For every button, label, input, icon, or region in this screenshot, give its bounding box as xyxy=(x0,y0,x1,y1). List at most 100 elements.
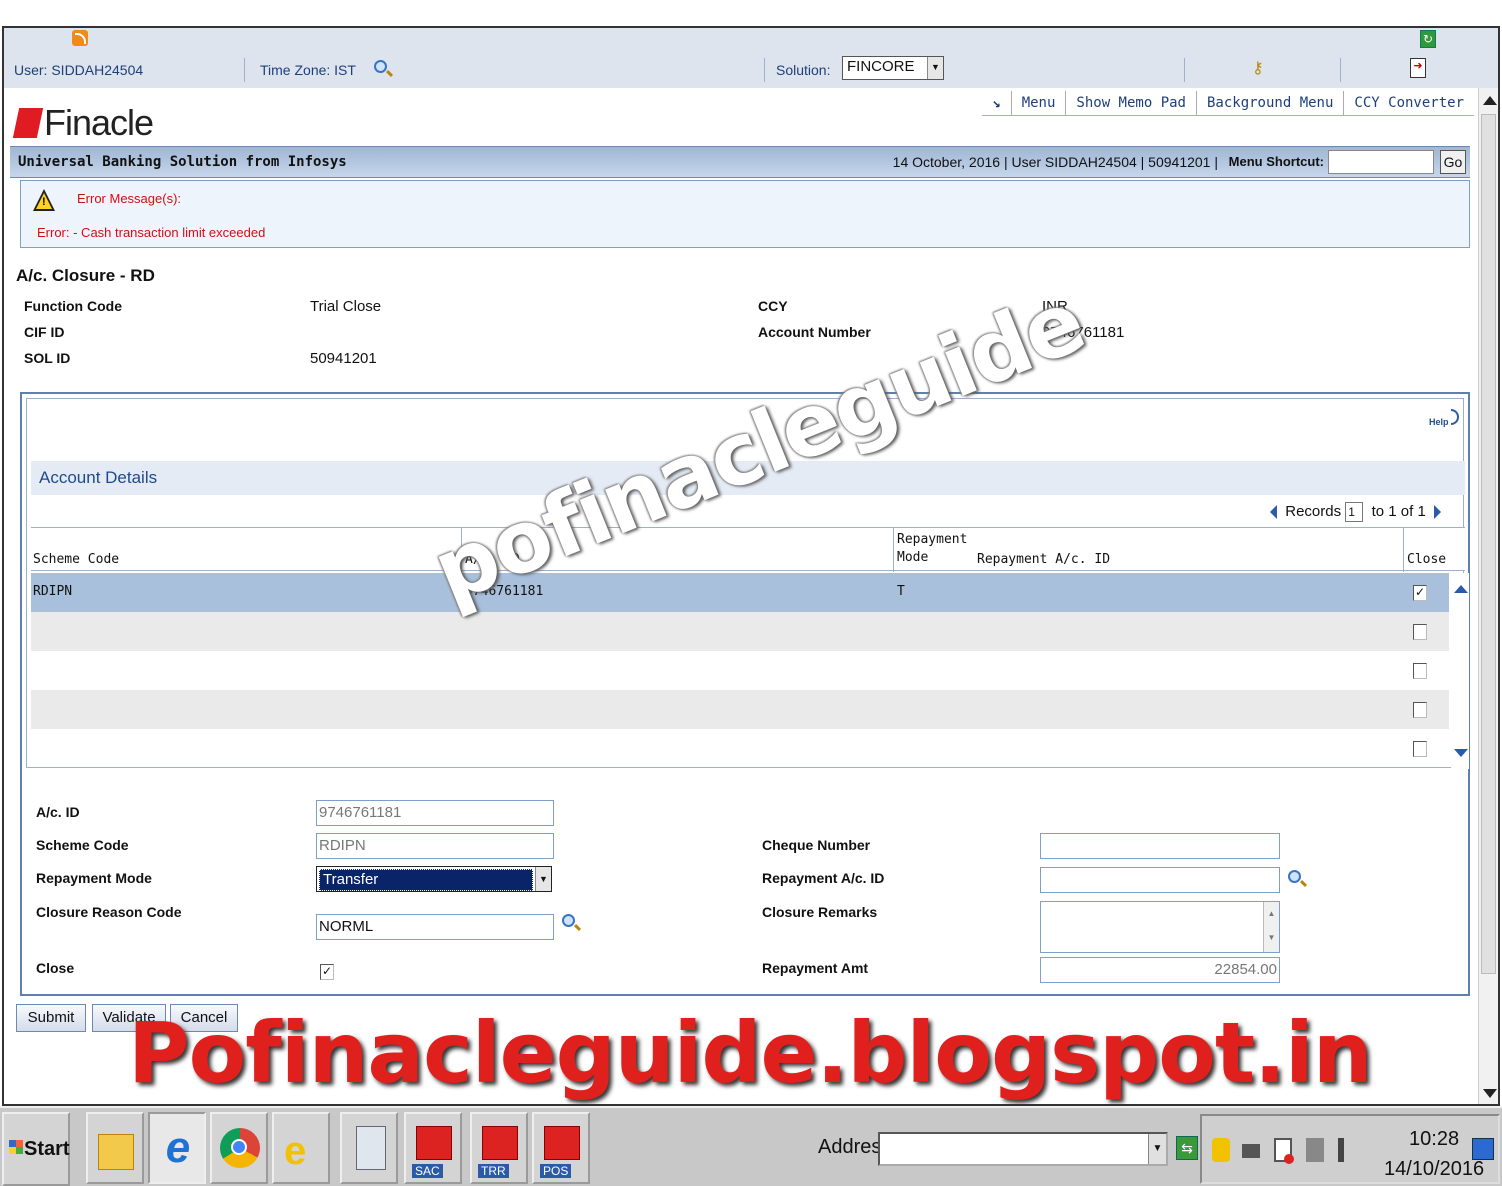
prev-page-icon[interactable] xyxy=(1270,505,1278,519)
device-icon[interactable] xyxy=(1306,1138,1324,1162)
app-label: TRR xyxy=(478,1164,509,1178)
internet-explorer-icon: e xyxy=(165,1123,191,1172)
session-info: 14 October, 2016 | User SIDDAH24504 | 50… xyxy=(892,154,1218,170)
start-button[interactable]: Start xyxy=(2,1112,70,1186)
row-close-checkbox[interactable] xyxy=(1413,741,1427,757)
search-icon[interactable] xyxy=(374,60,387,73)
nav-show-memo-pad[interactable]: Show Memo Pad xyxy=(1065,90,1196,115)
warning-icon: ! xyxy=(33,189,55,211)
go-arrow-icon[interactable]: ⇆ xyxy=(1176,1136,1198,1160)
chevron-down-icon: ▼ xyxy=(535,867,551,891)
menu-shortcut-input[interactable] xyxy=(1328,150,1434,174)
cell-mode: T xyxy=(897,584,905,599)
table-row[interactable] xyxy=(31,729,1449,768)
menu-shortcut-label: Menu Shortcut: xyxy=(1228,154,1324,169)
app-trr-taskbar-button[interactable]: TRR xyxy=(470,1112,528,1184)
textarea-scrollbar[interactable]: ▲ ▼ xyxy=(1263,902,1279,952)
app-pos-taskbar-button[interactable]: POS xyxy=(532,1112,590,1184)
chevron-down-icon: ▼ xyxy=(927,57,943,79)
refresh-icon[interactable]: ↻ xyxy=(1420,30,1436,48)
grid-scrollbar[interactable] xyxy=(1451,573,1469,769)
scheme-code-field[interactable]: RDIPN xyxy=(316,833,554,859)
records-label: Records xyxy=(1285,502,1342,520)
search-icon[interactable] xyxy=(1288,870,1301,883)
logout-icon[interactable]: ➜ xyxy=(1410,58,1426,78)
closure-remarks-textarea[interactable]: ▲ ▼ xyxy=(1040,901,1280,953)
security-alert-icon[interactable] xyxy=(1274,1138,1294,1164)
network-icon[interactable] xyxy=(1242,1144,1260,1158)
calculator-icon xyxy=(356,1126,386,1170)
table-row[interactable]: RDIPN 9746761181 T ✓ xyxy=(31,573,1449,612)
submit-button[interactable]: Submit xyxy=(16,1004,86,1032)
col-repayment-mode[interactable]: Repayment Mode xyxy=(897,531,971,567)
app-sac-taskbar-button[interactable]: SAC xyxy=(404,1112,462,1184)
ie-shortcut-taskbar-button[interactable]: e xyxy=(272,1112,330,1184)
records-from-input[interactable]: 1 xyxy=(1345,502,1364,522)
ie-shortcut-icon: e xyxy=(284,1129,307,1173)
shield-icon[interactable] xyxy=(1212,1138,1230,1162)
repayment-acid-field[interactable] xyxy=(1040,867,1280,893)
help-icon[interactable]: Help xyxy=(1429,409,1459,427)
windows-flag-icon xyxy=(9,1140,23,1154)
table-header: Scheme Code A/c. ID Repayment Mode Repay… xyxy=(31,527,1465,572)
nav-background-menu[interactable]: Background Menu xyxy=(1195,90,1343,115)
nav-menu[interactable]: Menu xyxy=(1010,90,1066,115)
scrollbar-thumb[interactable] xyxy=(1481,114,1496,974)
scroll-up-icon[interactable] xyxy=(1483,96,1497,105)
solution-select[interactable]: FINCORE ▼ xyxy=(842,56,944,80)
repayment-mode-select[interactable]: Transfer ▼ xyxy=(316,866,552,892)
repayment-mode-label: Repayment Mode xyxy=(36,870,152,886)
row-close-checkbox[interactable] xyxy=(1413,624,1427,640)
user-label: User: SIDDAH24504 xyxy=(14,62,144,78)
clock[interactable]: 10:28 14/10/2016 xyxy=(1384,1124,1484,1184)
nav-ccy-converter[interactable]: CCY Converter xyxy=(1343,90,1474,115)
acid-field[interactable]: 9746761181 xyxy=(316,800,554,826)
desktop-icon[interactable] xyxy=(1472,1138,1494,1160)
cheque-number-field[interactable] xyxy=(1040,833,1280,859)
shortcut-arrow-icon[interactable]: ↘ xyxy=(982,91,1010,115)
table-row[interactable] xyxy=(31,612,1449,651)
chrome-icon xyxy=(220,1128,260,1168)
post-app-icon xyxy=(416,1126,452,1160)
row-close-checkbox[interactable] xyxy=(1413,663,1427,679)
chrome-taskbar-button[interactable] xyxy=(210,1112,268,1184)
table-row[interactable] xyxy=(31,651,1449,690)
scroll-down-icon[interactable] xyxy=(1483,1089,1497,1098)
tagline: Universal Banking Solution from Infosys xyxy=(18,154,347,170)
col-close[interactable]: Close xyxy=(1407,552,1446,567)
acid-label: A/c. ID xyxy=(36,804,80,820)
key-icon[interactable]: ⚷ xyxy=(1252,58,1270,80)
watermark-banner: Pofinacleguide.blogspot.in xyxy=(128,1004,1373,1102)
app-label: SAC xyxy=(412,1164,443,1178)
col-repayment-acid[interactable]: Repayment A/c. ID xyxy=(977,552,1110,567)
title-band: Universal Banking Solution from Infosys … xyxy=(10,146,1470,178)
error-panel: ! Error Message(s): Error: - Cash transa… xyxy=(20,180,1470,248)
speaker-icon[interactable] xyxy=(1338,1138,1348,1162)
table-row[interactable] xyxy=(31,690,1449,729)
top-utility-bar: User: SIDDAH24504 Time Zone: IST Solutio… xyxy=(4,28,1498,88)
ie-taskbar-button[interactable]: e xyxy=(148,1112,206,1184)
go-button[interactable]: Go xyxy=(1440,150,1466,174)
timezone-label: Time Zone: IST xyxy=(260,62,356,78)
function-code-label: Function Code xyxy=(24,298,122,314)
col-scheme-code[interactable]: Scheme Code xyxy=(33,552,119,567)
solution-label: Solution: xyxy=(776,62,831,78)
search-icon[interactable] xyxy=(562,914,575,927)
close-label: Close xyxy=(36,960,75,976)
calculator-taskbar-button[interactable] xyxy=(340,1112,398,1184)
scroll-down-icon[interactable] xyxy=(1454,749,1468,757)
scroll-up-icon[interactable] xyxy=(1454,585,1468,593)
post-app-icon xyxy=(482,1126,518,1160)
repayment-acid-label: Repayment A/c. ID xyxy=(762,870,885,886)
rss-icon[interactable] xyxy=(72,30,88,46)
page-scrollbar[interactable] xyxy=(1478,88,1498,1104)
next-page-icon[interactable] xyxy=(1434,505,1441,519)
repayment-amt-field[interactable]: 22854.00 xyxy=(1040,957,1280,983)
closure-reason-field[interactable]: NORML xyxy=(316,914,554,940)
scheme-code-label: Scheme Code xyxy=(36,837,129,853)
explorer-taskbar-button[interactable] xyxy=(86,1112,144,1184)
row-close-checkbox[interactable]: ✓ xyxy=(1413,585,1427,601)
close-checkbox[interactable]: ✓ xyxy=(320,964,334,980)
address-input[interactable]: ▼ xyxy=(878,1132,1168,1166)
row-close-checkbox[interactable] xyxy=(1413,702,1427,718)
